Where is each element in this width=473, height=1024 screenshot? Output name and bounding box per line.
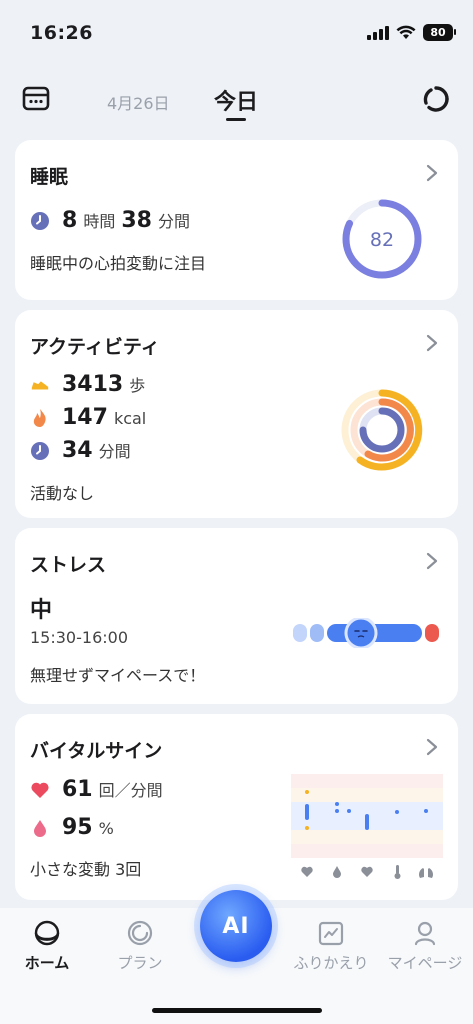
home-indicator bbox=[152, 1008, 322, 1013]
vitals-mini-chart bbox=[291, 774, 443, 879]
activity-card[interactable]: アクティビティ 3413 歩 147 kcal 34 分間 活動なし bbox=[15, 310, 458, 518]
sleep-duration: 8 時間 38 分間 bbox=[30, 208, 190, 233]
tab-plan[interactable]: プラン bbox=[100, 918, 180, 973]
spo2-unit: % bbox=[98, 819, 114, 838]
plan-circle-icon bbox=[127, 920, 153, 946]
tab-review-label: ふりかえり bbox=[293, 954, 369, 972]
activity-note: 活動なし bbox=[30, 484, 95, 503]
vitals-chart-legend-icons bbox=[301, 865, 433, 879]
sleep-hours-unit: 時間 bbox=[83, 212, 116, 231]
sleep-note: 睡眠中の心拍変動に注目 bbox=[30, 254, 207, 273]
signal-icon bbox=[367, 25, 389, 40]
previous-date-tab[interactable]: 4月26日 bbox=[107, 90, 170, 114]
sleep-minutes: 38 bbox=[121, 208, 152, 233]
stress-time-range: 15:30-16:00 bbox=[30, 628, 128, 647]
battery-icon: 80 bbox=[423, 24, 456, 41]
lungs-icon bbox=[419, 868, 433, 878]
calories-unit: kcal bbox=[113, 409, 147, 428]
spo2-row: 95 % bbox=[30, 815, 114, 840]
droplet-icon bbox=[34, 819, 46, 837]
spo2-value: 95 bbox=[62, 815, 93, 840]
heart-rate-row: 61 回／分間 bbox=[30, 777, 163, 802]
heart-icon bbox=[31, 782, 49, 798]
vitals-title: バイタルサイン bbox=[30, 740, 163, 762]
heart-rate-value: 61 bbox=[62, 777, 93, 802]
active-minutes-row: 34 分間 bbox=[30, 438, 131, 463]
user-icon bbox=[414, 921, 436, 946]
stress-title: ストレス bbox=[30, 554, 107, 576]
heart-pulse-icon bbox=[361, 866, 373, 877]
status-bar: 16:26 80 bbox=[0, 0, 473, 70]
stress-gauge bbox=[293, 618, 439, 648]
sleep-score-ring: 82 bbox=[342, 199, 422, 279]
chevron-right-icon bbox=[426, 334, 438, 352]
activity-rings bbox=[341, 389, 423, 471]
tab-mypage-label: マイページ bbox=[387, 954, 463, 972]
sync-icon[interactable] bbox=[421, 84, 451, 114]
ai-assistant-button[interactable]: AI bbox=[200, 890, 272, 962]
steps-row: 3413 歩 bbox=[30, 372, 145, 397]
sleep-title: 睡眠 bbox=[30, 166, 69, 188]
stress-note: 無理せずマイペースで！ bbox=[30, 666, 206, 685]
active-minutes-value: 34 bbox=[62, 438, 93, 463]
sleep-card[interactable]: 睡眠 8 時間 38 分間 睡眠中の心拍変動に注目 82 bbox=[15, 140, 458, 300]
tab-mypage[interactable]: マイページ bbox=[385, 918, 465, 973]
stress-level: 中 bbox=[30, 598, 53, 623]
active-minutes-unit: 分間 bbox=[98, 442, 131, 461]
sleep-score: 82 bbox=[370, 229, 394, 251]
tab-plan-label: プラン bbox=[117, 954, 163, 972]
chevron-right-icon bbox=[426, 552, 438, 570]
home-swirl-icon bbox=[34, 920, 60, 946]
today-tab[interactable]: 今日 bbox=[214, 84, 258, 116]
shoe-icon bbox=[31, 380, 49, 390]
steps-unit: 歩 bbox=[129, 376, 146, 395]
heart-icon bbox=[301, 866, 313, 877]
activity-title: アクティビティ bbox=[30, 336, 160, 358]
wifi-icon bbox=[396, 25, 416, 39]
steps-value: 3413 bbox=[62, 372, 124, 397]
stress-face-icon bbox=[344, 618, 378, 648]
clock-icon bbox=[31, 441, 49, 460]
calendar-icon[interactable] bbox=[22, 84, 50, 112]
today-indicator bbox=[226, 118, 246, 121]
tab-review[interactable]: ふりかえり bbox=[291, 918, 371, 973]
chart-calendar-icon bbox=[318, 921, 344, 946]
chevron-right-icon bbox=[426, 164, 438, 182]
tab-home-label: ホーム bbox=[24, 954, 70, 972]
date-header: 4月26日 今日 bbox=[0, 80, 473, 124]
chevron-right-icon bbox=[426, 738, 438, 756]
sleep-minutes-unit: 分間 bbox=[157, 212, 190, 231]
sleep-hours: 8 bbox=[62, 208, 78, 233]
clock-icon bbox=[31, 211, 49, 230]
vitals-card[interactable]: バイタルサイン 61 回／分間 95 % 小さな変動 3回 bbox=[15, 714, 458, 900]
vitals-note: 小さな変動 3回 bbox=[30, 860, 142, 879]
calories-value: 147 bbox=[62, 405, 108, 430]
heart-rate-unit: 回／分間 bbox=[98, 781, 163, 800]
status-icons: 80 bbox=[367, 24, 456, 41]
thermometer-icon bbox=[396, 865, 399, 874]
droplet-icon bbox=[333, 866, 341, 878]
tab-home[interactable]: ホーム bbox=[7, 918, 87, 973]
flame-icon bbox=[33, 408, 46, 427]
calories-row: 147 kcal bbox=[30, 405, 146, 430]
status-time: 16:26 bbox=[30, 22, 93, 44]
stress-card[interactable]: ストレス 中 15:30-16:00 無理せずマイペースで！ bbox=[15, 528, 458, 704]
